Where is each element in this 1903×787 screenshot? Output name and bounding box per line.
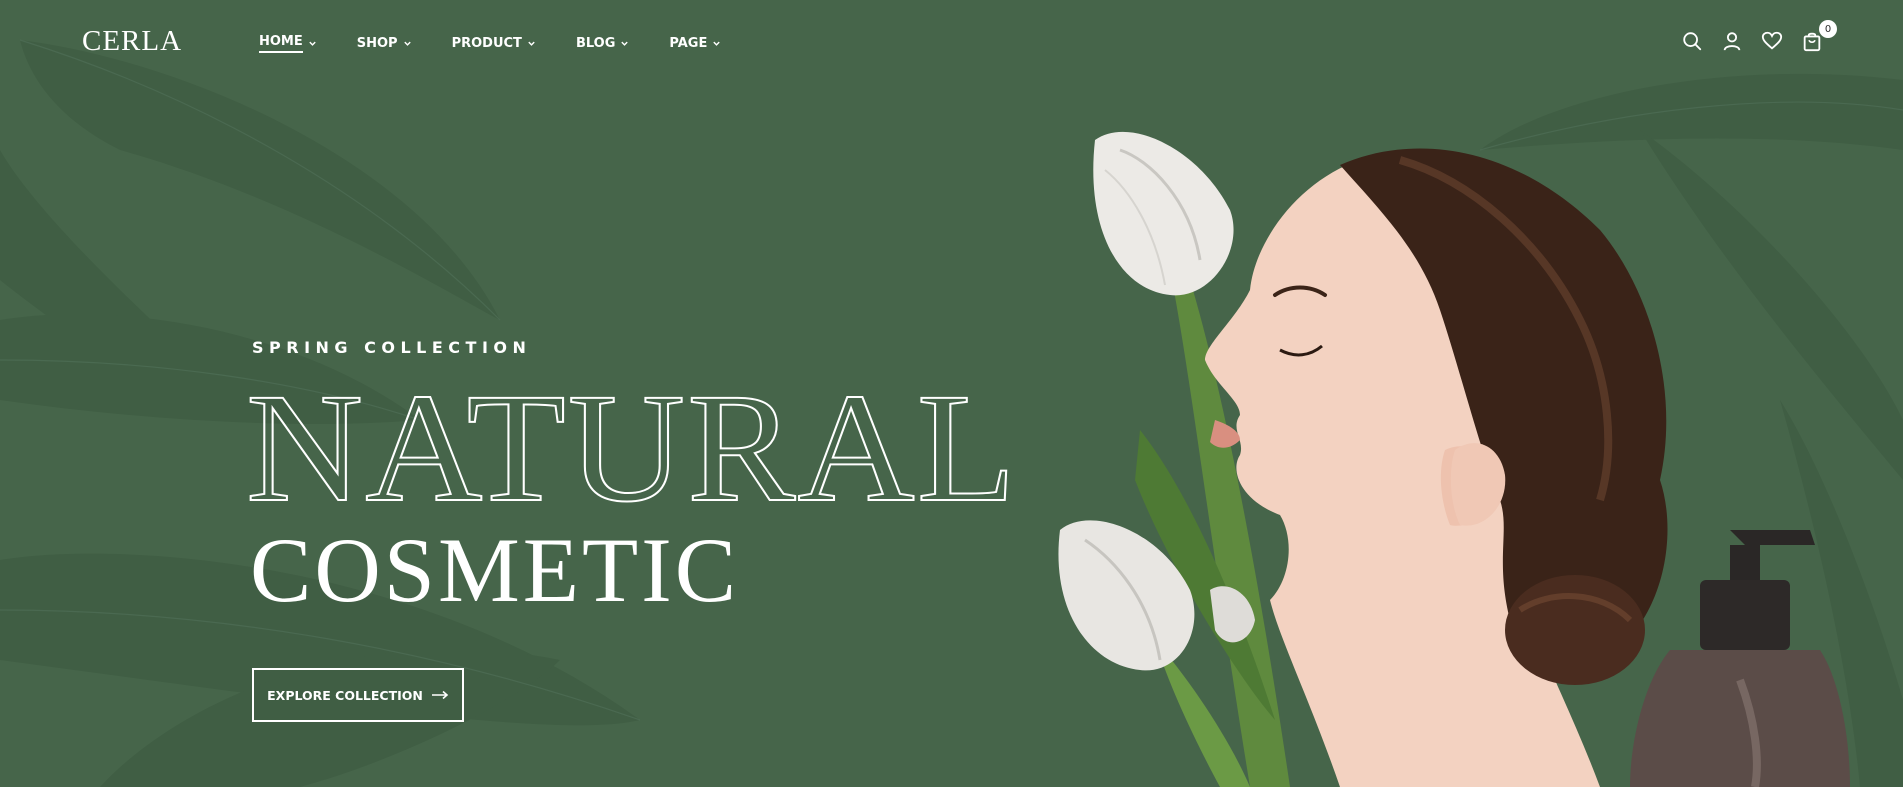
arrow-right-icon <box>431 690 449 700</box>
nav-label: PRODUCT <box>451 36 522 51</box>
chevron-down-icon <box>621 41 629 46</box>
explore-collection-button[interactable]: EXPLORE COLLECTION <box>252 668 464 722</box>
chevron-down-icon <box>528 41 535 46</box>
hero-kicker: SPRING COLLECTION <box>252 338 532 357</box>
nav-item-page[interactable]: PAGE <box>669 34 721 53</box>
hero-headline-outline: NATURAL <box>245 360 1017 535</box>
hero-headline-2: COSMETIC <box>250 519 740 621</box>
nav-label: HOME <box>259 34 303 53</box>
nav-label: SHOP <box>356 36 398 51</box>
user-icon[interactable] <box>1721 30 1743 52</box>
nav-item-shop[interactable]: SHOP <box>357 34 412 53</box>
chevron-down-icon <box>309 41 316 46</box>
nav-label: PAGE <box>669 36 708 51</box>
cart-button[interactable]: 0 <box>1801 20 1837 52</box>
cart-count-badge: 0 <box>1819 20 1837 38</box>
site-header: CERLA HOME SHOP PRODUCT BLOG PAGE 0 <box>0 0 1903 86</box>
heart-icon[interactable] <box>1761 30 1783 52</box>
tulip-top <box>1093 131 1234 296</box>
main-nav: HOME SHOP PRODUCT BLOG PAGE <box>259 34 761 53</box>
nav-label: BLOG <box>575 36 616 51</box>
header-actions: 0 <box>1681 20 1837 52</box>
hero-headline-1: NATURAL <box>246 361 1018 534</box>
brand-logo[interactable]: CERLA <box>82 25 182 58</box>
search-icon[interactable] <box>1681 30 1703 52</box>
explore-collection-label: EXPLORE COLLECTION <box>267 687 423 703</box>
nav-item-home[interactable]: HOME <box>259 34 317 53</box>
hero-model-image <box>1058 131 1850 787</box>
chevron-down-icon <box>403 41 411 46</box>
chevron-down-icon <box>713 41 721 46</box>
nav-item-blog[interactable]: BLOG <box>576 34 629 53</box>
hero-banner: CERLA HOME SHOP PRODUCT BLOG PAGE 0 SPRI… <box>0 0 1903 787</box>
nav-item-product[interactable]: PRODUCT <box>452 34 536 53</box>
